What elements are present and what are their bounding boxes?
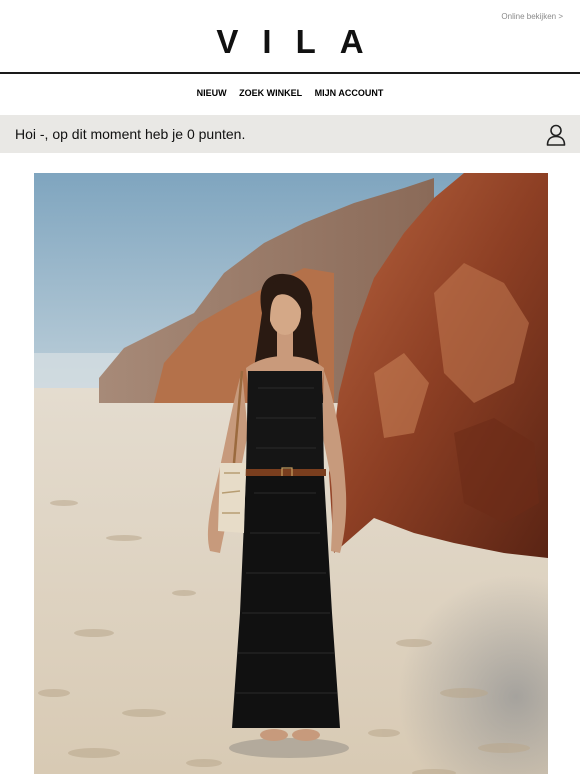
person-icon[interactable] [546,124,566,146]
nav-item-new[interactable]: NIEUW [197,88,227,98]
email-header: Online bekijken > VILA [0,0,580,74]
loyalty-points-bar: Hoi -, op dit moment heb je 0 punten. [0,115,580,153]
nav-item-my-account[interactable]: MIJN ACCOUNT [315,88,384,98]
nav-item-find-store[interactable]: ZOEK WINKEL [239,88,302,98]
hero-photo[interactable] [34,173,548,774]
view-online-link[interactable]: Online bekijken > [501,12,563,21]
main-nav: NIEUW ZOEK WINKEL MIJN ACCOUNT [0,88,580,98]
points-greeting: Hoi -, op dit moment heb je 0 punten. [15,126,246,142]
brand-logo[interactable]: VILA [0,22,580,62]
